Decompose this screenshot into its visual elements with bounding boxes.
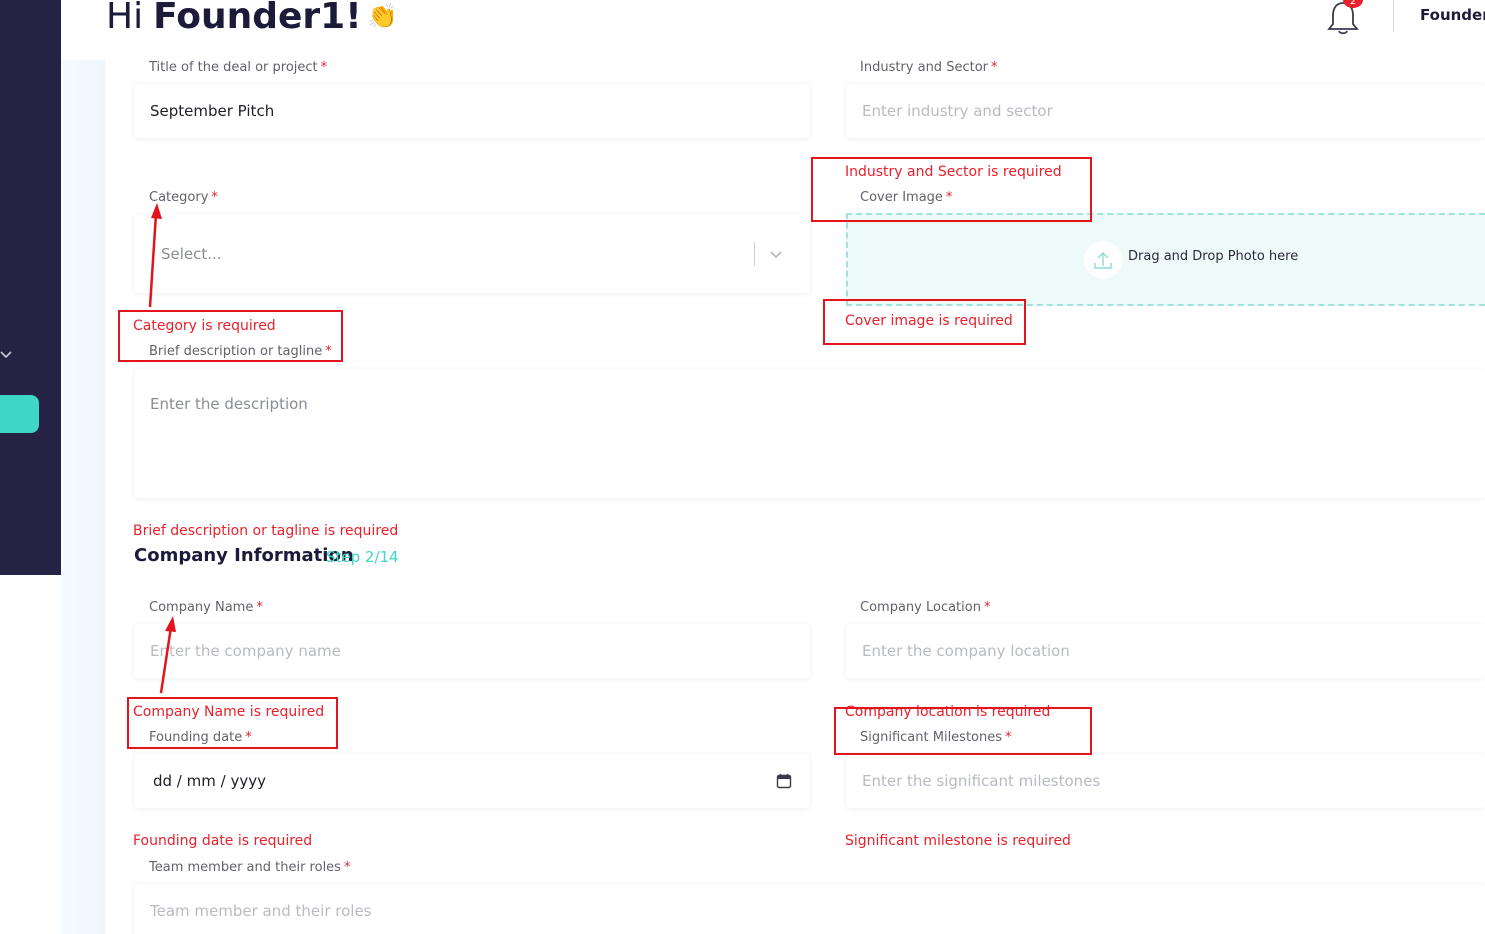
description-textarea[interactable]: Enter the description bbox=[134, 369, 1485, 498]
upload-icon bbox=[1084, 241, 1122, 279]
company-name-input[interactable]: Enter the company name bbox=[134, 624, 810, 678]
description-error: Brief description or tagline is required bbox=[133, 523, 399, 539]
team-label: Team member and their roles * bbox=[149, 860, 351, 875]
section-title: Company Information bbox=[134, 545, 354, 566]
page-greeting: Hi Founder1! 👏 bbox=[106, 0, 398, 41]
title-value: September Pitch bbox=[150, 102, 275, 120]
title-label: Title of the deal or project * bbox=[149, 60, 328, 75]
chevron-down-icon[interactable] bbox=[0, 346, 14, 362]
team-placeholder: Team member and their roles bbox=[150, 902, 372, 920]
sidebar bbox=[0, 0, 61, 575]
section-step: Step 2/14 bbox=[326, 548, 399, 566]
category-placeholder: Select... bbox=[161, 244, 222, 263]
wave-icon: 👏 bbox=[367, 2, 398, 30]
industry-placeholder: Enter industry and sector bbox=[862, 102, 1053, 120]
founding-date-input[interactable]: dd / mm / yyyy bbox=[134, 754, 810, 808]
founding-date-placeholder: dd / mm / yyyy bbox=[153, 772, 266, 790]
content-edge bbox=[61, 60, 105, 934]
header-user-name[interactable]: Founder1 bbox=[1420, 6, 1485, 24]
milestones-error: Significant milestone is required bbox=[845, 833, 1071, 849]
dropzone-text: Drag and Drop Photo here bbox=[1128, 249, 1299, 264]
annotation-box-industry bbox=[811, 157, 1092, 222]
company-name-placeholder: Enter the company name bbox=[150, 642, 341, 660]
category-select[interactable]: Select... bbox=[134, 214, 810, 293]
greeting-name: Founder1! bbox=[153, 0, 362, 37]
description-placeholder: Enter the description bbox=[150, 395, 308, 413]
annotation-box-category bbox=[118, 310, 343, 362]
cover-dropzone[interactable]: Drag and Drop Photo here bbox=[846, 213, 1485, 306]
calendar-icon[interactable] bbox=[776, 773, 792, 789]
header-divider bbox=[1393, 0, 1394, 32]
title-input[interactable]: September Pitch bbox=[134, 84, 810, 138]
industry-label: Industry and Sector * bbox=[860, 60, 998, 75]
company-location-placeholder: Enter the company location bbox=[862, 642, 1070, 660]
annotation-box-location bbox=[834, 707, 1092, 755]
industry-input[interactable]: Enter industry and sector bbox=[846, 84, 1485, 138]
company-location-label: Company Location * bbox=[860, 600, 991, 615]
team-input[interactable]: Team member and their roles bbox=[134, 884, 1485, 934]
founding-date-error: Founding date is required bbox=[133, 833, 313, 849]
company-name-label: Company Name * bbox=[149, 600, 263, 615]
annotation-box-company-name bbox=[127, 697, 338, 749]
greeting-hi: Hi bbox=[106, 0, 144, 37]
category-label: Category * bbox=[149, 190, 218, 205]
top-header: HiFounder1!👏 2 Founder1 bbox=[61, 0, 1485, 60]
sidebar-active-item[interactable] bbox=[0, 395, 39, 433]
chevron-down-icon[interactable] bbox=[768, 246, 784, 262]
annotation-box-cover bbox=[823, 299, 1026, 345]
milestones-input[interactable]: Enter the significant milestones bbox=[846, 754, 1485, 808]
milestones-placeholder: Enter the significant milestones bbox=[862, 772, 1101, 790]
select-separator bbox=[754, 242, 755, 266]
company-location-input[interactable]: Enter the company location bbox=[846, 624, 1485, 678]
